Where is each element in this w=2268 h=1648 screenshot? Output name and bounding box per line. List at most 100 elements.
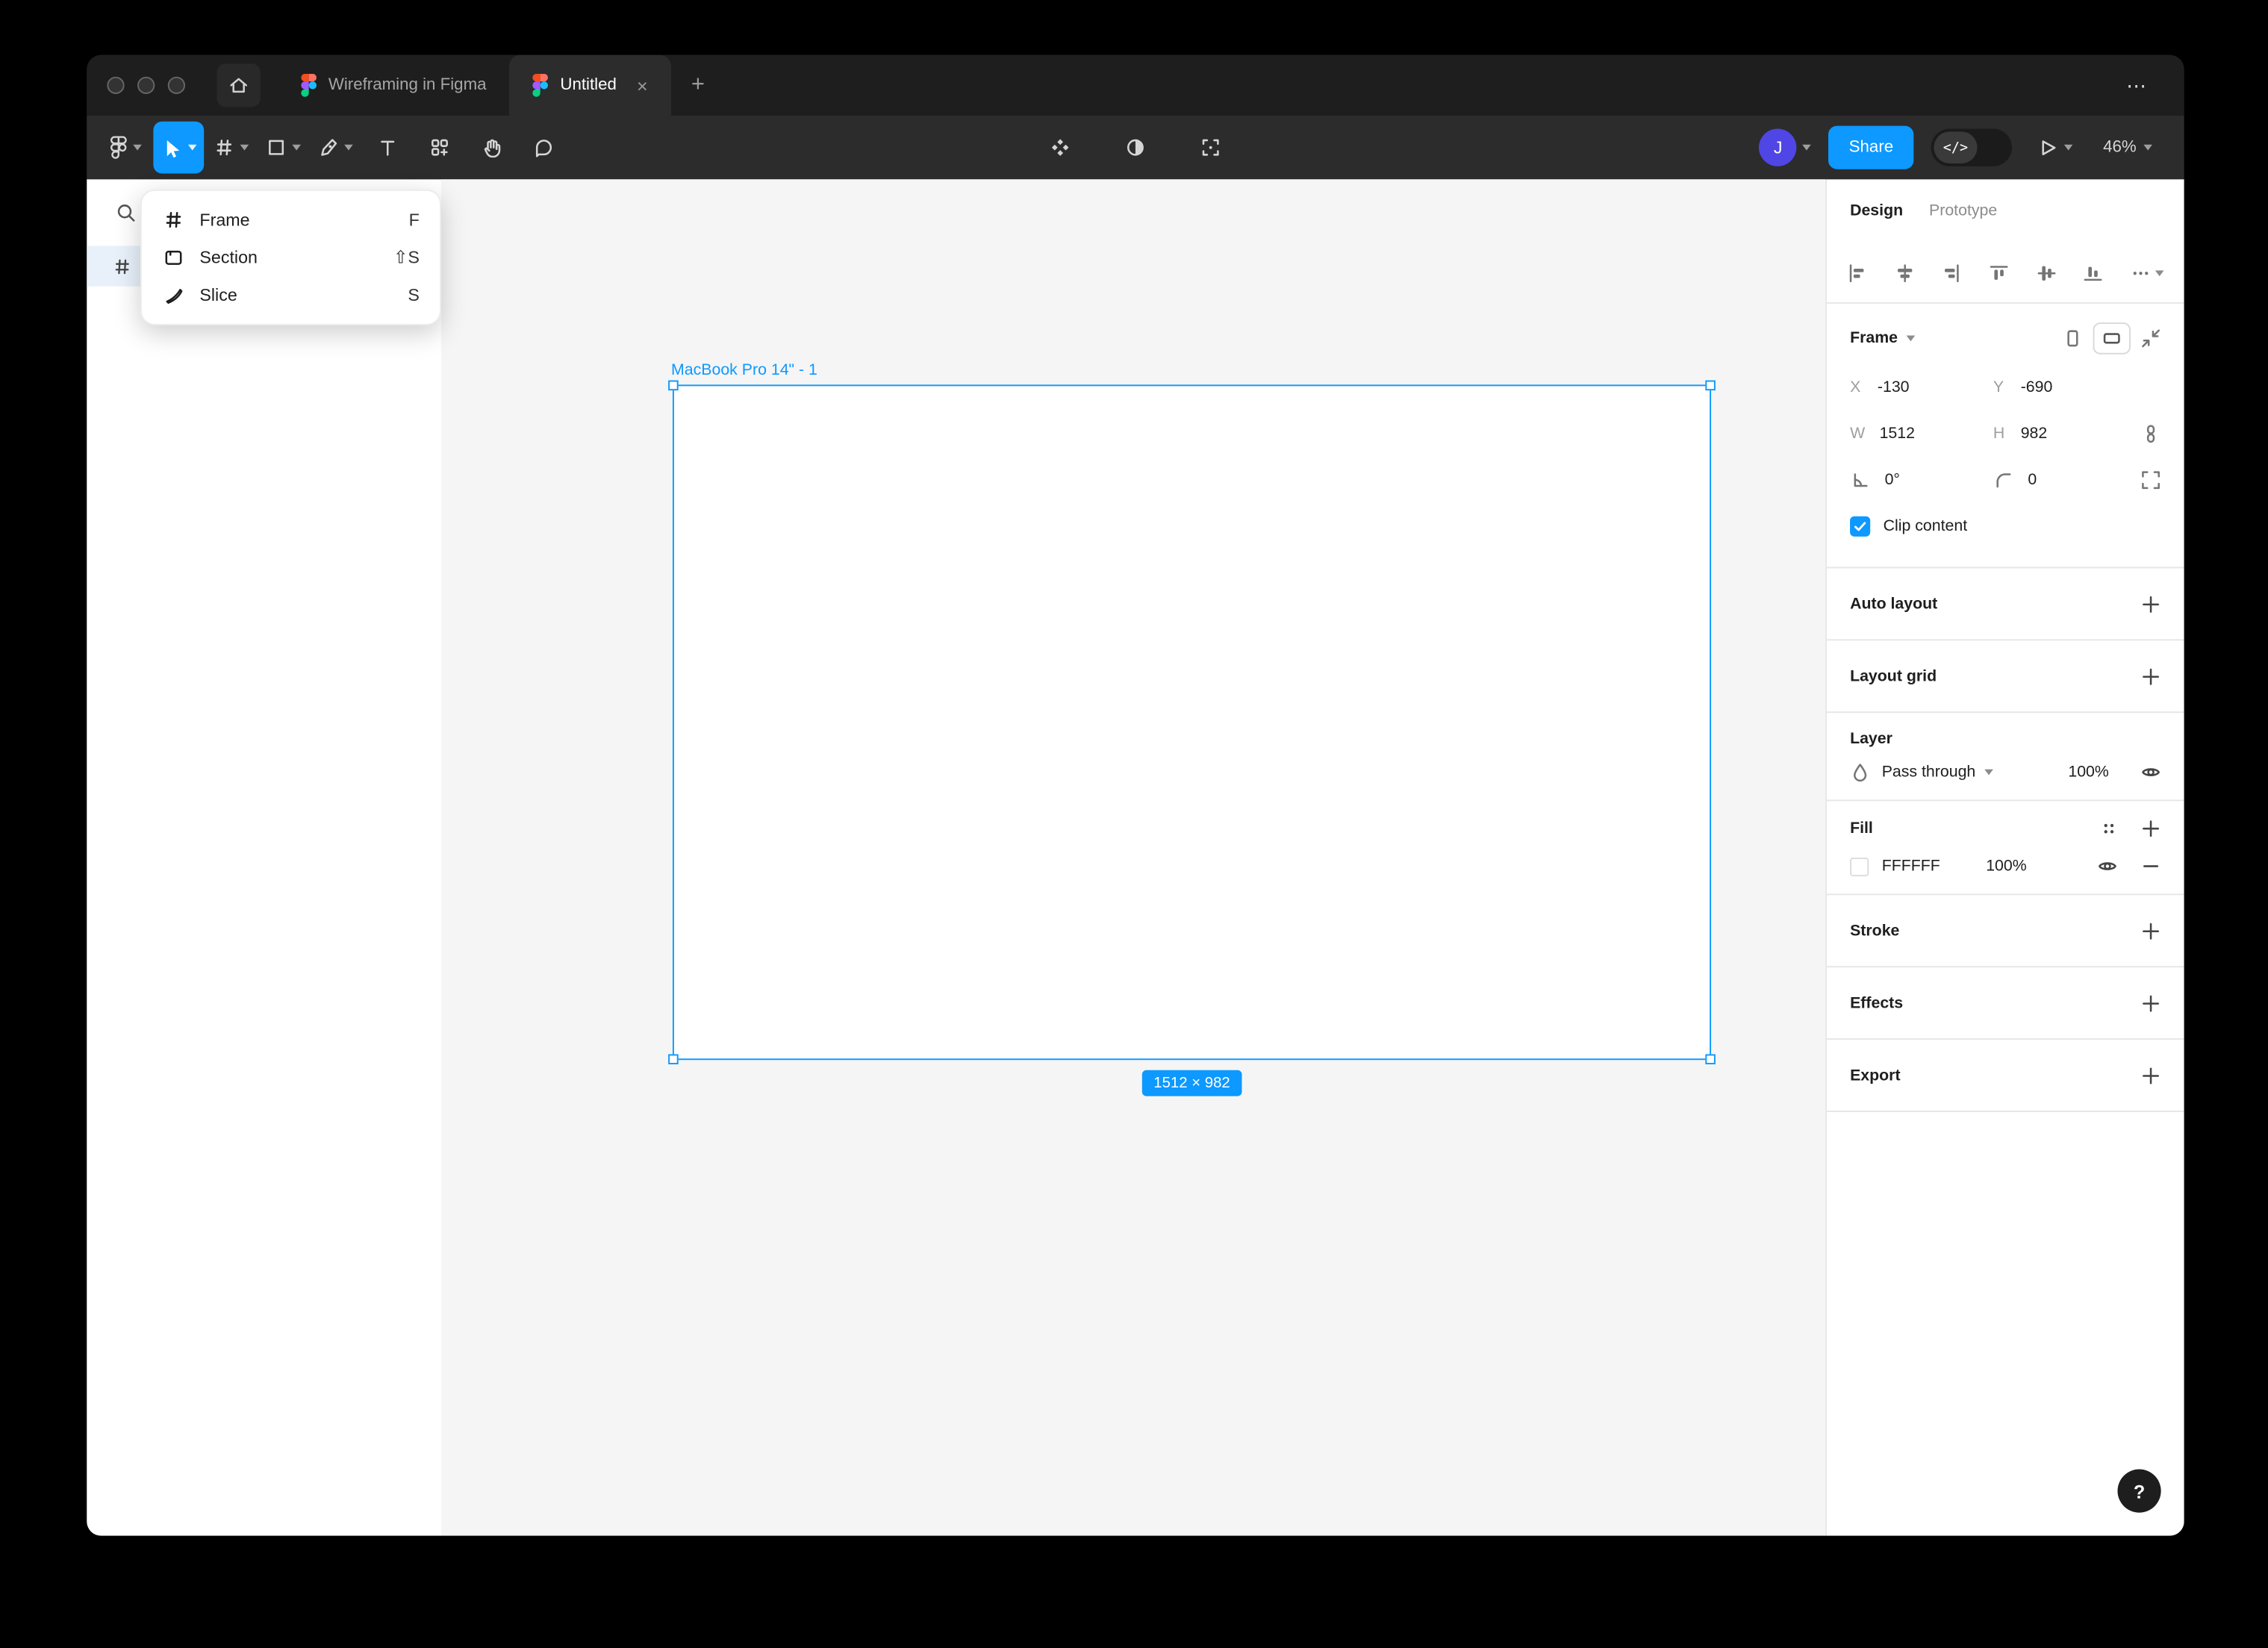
chevron-down-icon [2155,269,2164,275]
resize-handle-se[interactable] [1705,1054,1716,1064]
add-export-button[interactable] [2141,1065,2161,1085]
tidy-up-button[interactable] [2131,263,2164,283]
align-right-button[interactable] [1942,263,1962,283]
canvas[interactable]: MacBook Pro 14" - 1 1512 × 982 [441,179,1825,1535]
fill-row: FFFFFF 100% [1850,856,2161,876]
window-minimize-button[interactable] [137,77,155,94]
close-tab-icon[interactable]: × [637,76,648,95]
width-field[interactable]: W 1512 [1850,425,1993,443]
traffic-lights [107,77,185,94]
tab-wireframing-in-figma[interactable]: Wireframing in Figma [278,55,510,116]
fill-hex-field[interactable]: FFFFFF [1882,858,1987,875]
add-effect-button[interactable] [2141,993,2161,1013]
resize-to-fit-button[interactable] [2141,328,2161,349]
window-zoom-button[interactable] [168,77,185,94]
window-close-button[interactable] [107,77,124,94]
present-button[interactable] [2029,122,2080,174]
zoom-menu-button[interactable]: 46% [2097,139,2158,156]
x-position-field[interactable]: X -130 [1850,379,1993,396]
toolbar-left-group [102,122,569,174]
frame-icon [214,137,234,157]
use-as-mask-button[interactable] [1111,122,1160,174]
align-bottom-button[interactable] [2084,263,2104,283]
fill-styles-button[interactable] [2100,820,2117,837]
align-top-button[interactable] [1989,263,2009,283]
home-button[interactable] [217,63,261,107]
move-tool-button[interactable] [153,122,204,174]
stroke-section-title: Stroke [1850,922,1899,939]
window-more-button[interactable]: ⋯ [2092,73,2184,98]
share-button[interactable]: Share [1829,126,1914,169]
account-menu-button[interactable]: J [1760,128,1812,166]
main-menu-button[interactable] [102,122,151,174]
align-vertical-center-button[interactable] [2036,263,2056,283]
y-position-field[interactable]: Y -690 [1993,379,2137,396]
pen-tool-button[interactable] [311,122,361,174]
help-button[interactable]: ? [2118,1470,2161,1513]
comment-tool-button[interactable] [520,122,569,174]
text-tool-button[interactable] [363,122,412,174]
menu-item-slice[interactable]: Slice S [142,276,440,313]
tab-design[interactable]: Design [1850,202,1903,219]
blend-mode-select[interactable]: Pass through [1882,764,1993,781]
layer-opacity-field[interactable]: 100% [2068,764,2109,781]
orientation-portrait-button[interactable] [2063,328,2083,349]
add-layout-grid-button[interactable] [2141,666,2161,686]
new-tab-button[interactable]: + [671,74,725,97]
frame-name-label[interactable]: MacBook Pro 14" - 1 [671,361,817,378]
add-auto-layout-button[interactable] [2141,593,2161,614]
frame-section-title-button[interactable]: Frame [1850,330,1915,347]
fill-visibility-toggle[interactable] [2097,856,2117,876]
toolbar-center-group [1035,116,1235,179]
create-component-button[interactable] [1035,122,1085,174]
rotation-field[interactable]: 0° [1850,470,1993,490]
fill-color-swatch[interactable] [1850,857,1869,876]
resize-handle-sw[interactable] [668,1054,679,1064]
tab-untitled[interactable]: Untitled × [510,55,671,116]
frame-section-title: Frame [1850,330,1898,347]
text-icon [378,137,398,157]
frame-tool-button[interactable] [207,122,256,174]
height-field[interactable]: H 982 [1993,425,2137,443]
resize-handle-nw[interactable] [668,381,679,391]
search-icon [116,202,137,223]
alignment-row [1827,243,2184,304]
align-left-button[interactable] [1847,263,1867,283]
collapse-arrows-icon [2141,328,2161,349]
resources-grid-icon [429,137,449,157]
eye-icon [2141,762,2161,782]
fill-section: Fill FFFFFF 100% [1827,801,2184,895]
hand-tool-button[interactable] [467,122,517,174]
shape-tool-button[interactable] [259,122,308,174]
hand-icon [482,137,502,157]
frame-macbook-pro-14[interactable] [673,384,1711,1060]
figma-window: Wireframing in Figma Untitled × + ⋯ [87,55,2184,1536]
eye-icon [2097,856,2117,876]
add-stroke-button[interactable] [2141,920,2161,940]
independent-corners-button[interactable] [2141,470,2161,490]
chevron-down-icon [1803,145,1812,151]
menu-item-section[interactable]: Section ⇧S [142,239,440,276]
plus-icon [2141,993,2161,1013]
fill-opacity-field[interactable]: 100% [1986,858,2027,875]
clip-content-checkbox[interactable] [1850,516,1870,537]
resize-handle-ne[interactable] [1705,381,1716,391]
tab-prototype[interactable]: Prototype [1929,202,1997,219]
layer-visibility-toggle[interactable] [2141,762,2161,782]
add-fill-button[interactable] [2141,819,2161,839]
edit-object-button[interactable] [1186,122,1236,174]
remove-fill-button[interactable] [2141,856,2161,876]
menu-item-shortcut: ⇧S [393,247,420,267]
menu-item-frame[interactable]: Frame F [142,201,440,238]
link-icon [2141,424,2161,444]
constrain-proportions-button[interactable] [2141,424,2161,444]
orientation-landscape-button[interactable] [2093,322,2131,355]
corner-radius-field[interactable]: 0 [1993,470,2137,490]
zoom-level: 46% [2103,139,2137,156]
align-horizontal-center-button[interactable] [1894,263,1914,283]
chevron-down-icon [292,145,301,151]
dev-mode-toggle[interactable]: </> [1931,128,2013,166]
fill-section-header: Fill [1850,819,2161,839]
stroke-section: Stroke [1827,895,2184,967]
resources-tool-button[interactable] [415,122,464,174]
